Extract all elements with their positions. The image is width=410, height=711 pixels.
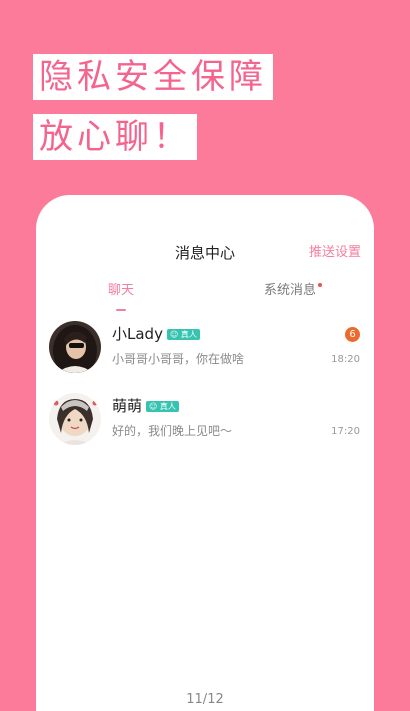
tab-system-messages[interactable]: 系统消息 bbox=[264, 281, 323, 301]
avatar bbox=[49, 393, 101, 445]
active-tab-indicator bbox=[116, 309, 126, 311]
contact-name: 萌萌 ☺ 真人 bbox=[112, 396, 179, 416]
verified-badge: ☺ 真人 bbox=[146, 401, 179, 412]
phone-screen: 消息中心 推送设置 聊天 系统消息 小Lady ☺ 真人 小哥哥小哥哥，你在做啥… bbox=[36, 195, 374, 711]
page-indicator: 11/12 bbox=[186, 692, 224, 707]
message-time: 17:20 bbox=[331, 426, 360, 437]
notification-dot bbox=[318, 283, 323, 287]
message-preview: 好的，我们晚上见吧～ bbox=[112, 424, 233, 438]
conversation-item[interactable]: 小Lady ☺ 真人 小哥哥小哥哥，你在做啥 6 18:20 bbox=[36, 321, 374, 385]
conversation-item[interactable]: 萌萌 ☺ 真人 好的，我们晚上见吧～ 17:20 bbox=[36, 393, 374, 457]
tab-chat[interactable]: 聊天 bbox=[108, 281, 135, 311]
contact-name: 小Lady ☺ 真人 bbox=[112, 324, 200, 344]
tab-system-label: 系统消息 bbox=[264, 283, 317, 298]
promo-headline-1: 隐私安全保障 bbox=[33, 54, 273, 100]
top-bar: 消息中心 推送设置 bbox=[36, 241, 374, 265]
tab-bar: 聊天 系统消息 bbox=[36, 281, 374, 311]
contact-name-text: 小Lady bbox=[112, 325, 163, 343]
tab-chat-label: 聊天 bbox=[108, 283, 135, 298]
unread-count-badge: 6 bbox=[345, 327, 360, 342]
verified-badge: ☺ 真人 bbox=[166, 329, 200, 340]
promo-headline-2: 放心聊！ bbox=[33, 114, 197, 160]
push-settings-button[interactable]: 推送设置 bbox=[309, 241, 361, 265]
avatar bbox=[49, 321, 101, 373]
verified-badge-label: 真人 bbox=[180, 330, 197, 339]
contact-name-text: 萌萌 bbox=[112, 397, 143, 415]
message-time: 18:20 bbox=[331, 354, 360, 365]
message-preview: 小哥哥小哥哥，你在做啥 bbox=[112, 352, 245, 366]
verified-badge-label: 真人 bbox=[159, 402, 176, 411]
